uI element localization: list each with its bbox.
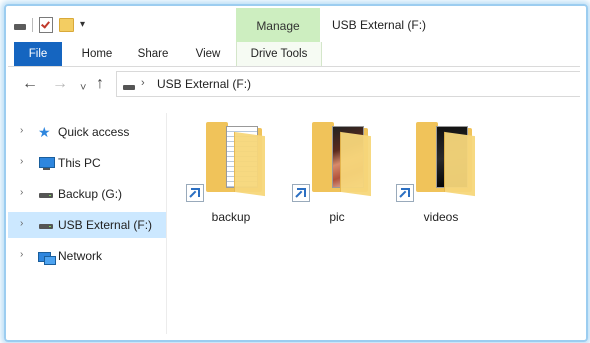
sidebar-item-label: Quick access xyxy=(58,125,130,139)
address-bar[interactable]: › USB External (F:) xyxy=(116,71,580,97)
manage-context-tab[interactable]: Manage xyxy=(236,8,320,42)
folder-name: pic xyxy=(329,210,345,224)
usb-drive-icon xyxy=(38,217,54,233)
star-icon: ★ xyxy=(38,124,51,140)
drive-icon xyxy=(123,85,135,90)
expand-chevron-icon[interactable]: › xyxy=(20,156,23,167)
folder-item-videos[interactable]: videos xyxy=(396,122,486,232)
sidebar-item-quick-access[interactable]: › ★ Quick access xyxy=(8,119,166,145)
explorer-window: ▾ Manage USB External (F:) File Home Sha… xyxy=(8,8,580,334)
sidebar-item-label: Network xyxy=(58,249,103,263)
sidebar-item-this-pc[interactable]: › This PC xyxy=(8,150,166,176)
toolbar-divider xyxy=(32,18,33,32)
tab-drive-tools[interactable]: Drive Tools xyxy=(236,42,322,66)
back-button[interactable]: ← xyxy=(22,75,38,93)
tab-home[interactable]: Home xyxy=(72,42,122,66)
folder-name: videos xyxy=(423,210,459,224)
customize-dropdown-icon[interactable]: ▾ xyxy=(80,20,85,30)
properties-check-icon[interactable] xyxy=(39,17,53,33)
sidebar-item-usb-external[interactable]: › USB External (F:) xyxy=(8,212,166,238)
window-title: USB External (F:) xyxy=(332,18,427,32)
shortcut-arrow-icon xyxy=(292,184,310,202)
file-list: backup pic videos xyxy=(168,108,580,334)
sidebar-item-label: Backup (G:) xyxy=(58,187,123,201)
tab-view[interactable]: View xyxy=(186,42,230,66)
sidebar-item-label: USB External (F:) xyxy=(58,218,153,232)
breadcrumb-location[interactable]: USB External (F:) xyxy=(157,77,251,91)
drive-icon xyxy=(14,24,26,30)
folder-name: backup xyxy=(211,210,251,224)
up-button[interactable]: ↑ xyxy=(96,75,104,93)
expand-chevron-icon[interactable]: › xyxy=(20,218,23,229)
expand-chevron-icon[interactable]: › xyxy=(20,187,23,198)
folder-item-pic[interactable]: pic xyxy=(292,122,382,232)
expand-chevron-icon[interactable]: › xyxy=(20,249,23,260)
folder-icon xyxy=(206,122,266,197)
folder-icon xyxy=(416,122,476,197)
shortcut-arrow-icon xyxy=(186,184,204,202)
title-bar: ▾ Manage USB External (F:) xyxy=(8,8,580,42)
expand-chevron-icon[interactable]: › xyxy=(20,125,23,136)
folder-icon xyxy=(312,122,372,197)
drive-icon xyxy=(38,186,54,202)
tab-share[interactable]: Share xyxy=(130,42,176,66)
breadcrumb-separator[interactable]: › xyxy=(141,77,145,89)
network-icon xyxy=(38,248,56,265)
recent-locations-button[interactable]: ˅ xyxy=(80,79,86,97)
tab-file[interactable]: File xyxy=(14,42,62,66)
shortcut-arrow-icon xyxy=(396,184,414,202)
quick-access-toolbar: ▾ xyxy=(14,17,85,33)
forward-button[interactable]: → xyxy=(52,75,68,93)
new-folder-icon[interactable] xyxy=(59,18,74,32)
sidebar-item-network[interactable]: › Network xyxy=(8,243,166,269)
sidebar-item-backup-drive[interactable]: › Backup (G:) xyxy=(8,181,166,207)
ribbon-tabs: File Home Share View Drive Tools xyxy=(8,42,580,67)
sidebar-item-label: This PC xyxy=(58,156,101,170)
folder-item-backup[interactable]: backup xyxy=(186,122,276,232)
navigation-bar: ← → ˅ ↑ › USB External (F:) xyxy=(8,67,580,101)
navigation-pane: › ★ Quick access › This PC › Backup (G:)… xyxy=(8,113,167,334)
computer-icon xyxy=(38,155,55,171)
